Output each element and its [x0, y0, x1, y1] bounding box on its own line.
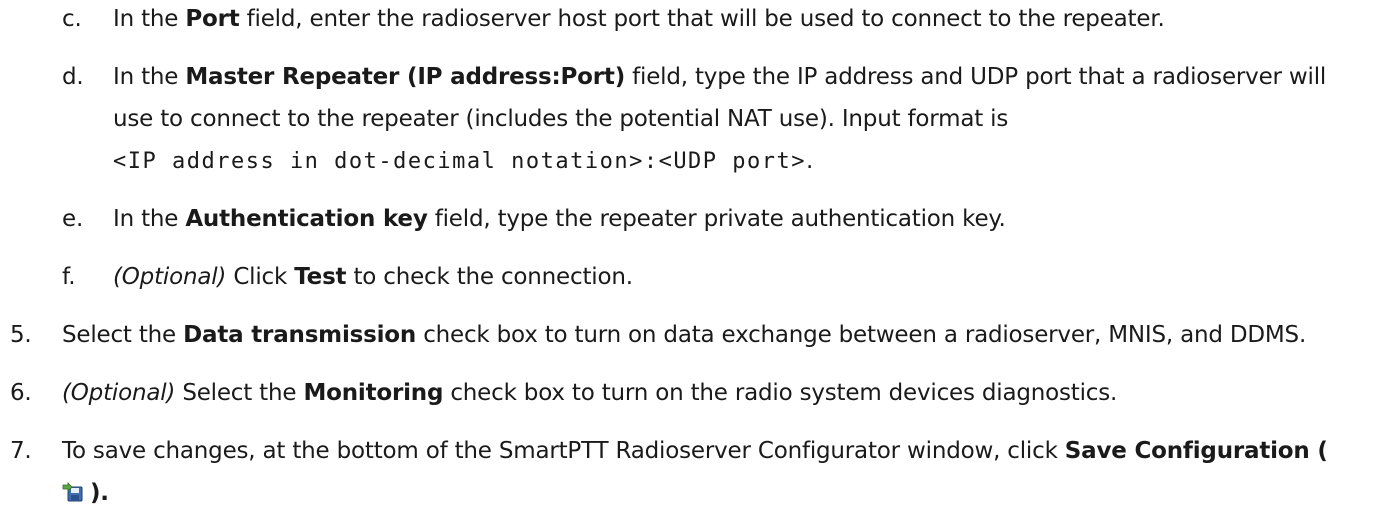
- step-text: <IP address in dot-decimal notation>:<UD…: [113, 148, 813, 174]
- step-text: Select the Data transmission check box t…: [62, 322, 1306, 348]
- input-format-code: <IP address in dot-decimal notation>:<UD…: [113, 149, 807, 174]
- field-name: Data transmission: [183, 322, 417, 348]
- step-marker: f.: [62, 264, 76, 290]
- step-marker: e.: [62, 206, 84, 232]
- text-span: check box to turn on the radio system de…: [443, 380, 1118, 406]
- step-text: (Optional) Select the Monitoring check b…: [62, 380, 1117, 406]
- field-name: Master Repeater (IP address:Port): [185, 64, 626, 90]
- text-span: In the: [113, 206, 186, 232]
- text-span: Select the: [175, 380, 304, 406]
- button-name: Test: [294, 264, 347, 290]
- step-text: use to connect to the repeater (includes…: [113, 106, 1009, 132]
- text-span: In the: [113, 64, 186, 90]
- field-name: Monitoring: [303, 380, 444, 406]
- text-span: .: [806, 148, 814, 174]
- step-marker: 7.: [10, 438, 32, 464]
- optional-label: (Optional): [113, 264, 227, 290]
- step-marker: c.: [62, 6, 82, 32]
- text-span: check box to turn on data exchange betwe…: [416, 322, 1307, 348]
- text-span: In the: [113, 6, 186, 32]
- save-configuration-icon: [62, 482, 83, 502]
- text-span: field, type the repeater private authent…: [427, 206, 1006, 232]
- field-name: Authentication key: [185, 206, 428, 232]
- text-span: To save changes, at the bottom of the Sm…: [62, 438, 1065, 464]
- text-span: Select the: [62, 322, 184, 348]
- step-text: In the Port field, enter the radioserver…: [113, 6, 1165, 32]
- step-text: (Optional) Click Test to check the conne…: [113, 264, 633, 290]
- text-span: ).: [90, 480, 109, 506]
- step-text: To save changes, at the bottom of the Sm…: [62, 438, 1328, 464]
- step-text: In the Master Repeater (IP address:Port)…: [113, 64, 1326, 90]
- step-text: In the Authentication key field, type th…: [113, 206, 1006, 232]
- button-name: Save Configuration (: [1064, 438, 1328, 464]
- text-span: to check the connection.: [346, 264, 633, 290]
- text-span: field, type the IP address and UDP port …: [625, 64, 1327, 90]
- optional-label: (Optional): [62, 380, 176, 406]
- step-marker: d.: [62, 64, 84, 90]
- step-text: ).: [62, 480, 109, 506]
- step-marker: 6.: [10, 380, 32, 406]
- text-span: field, enter the radioserver host port t…: [239, 6, 1165, 32]
- step-marker: 5.: [10, 322, 32, 348]
- field-name: Port: [185, 6, 240, 32]
- text-span: Click: [226, 264, 295, 290]
